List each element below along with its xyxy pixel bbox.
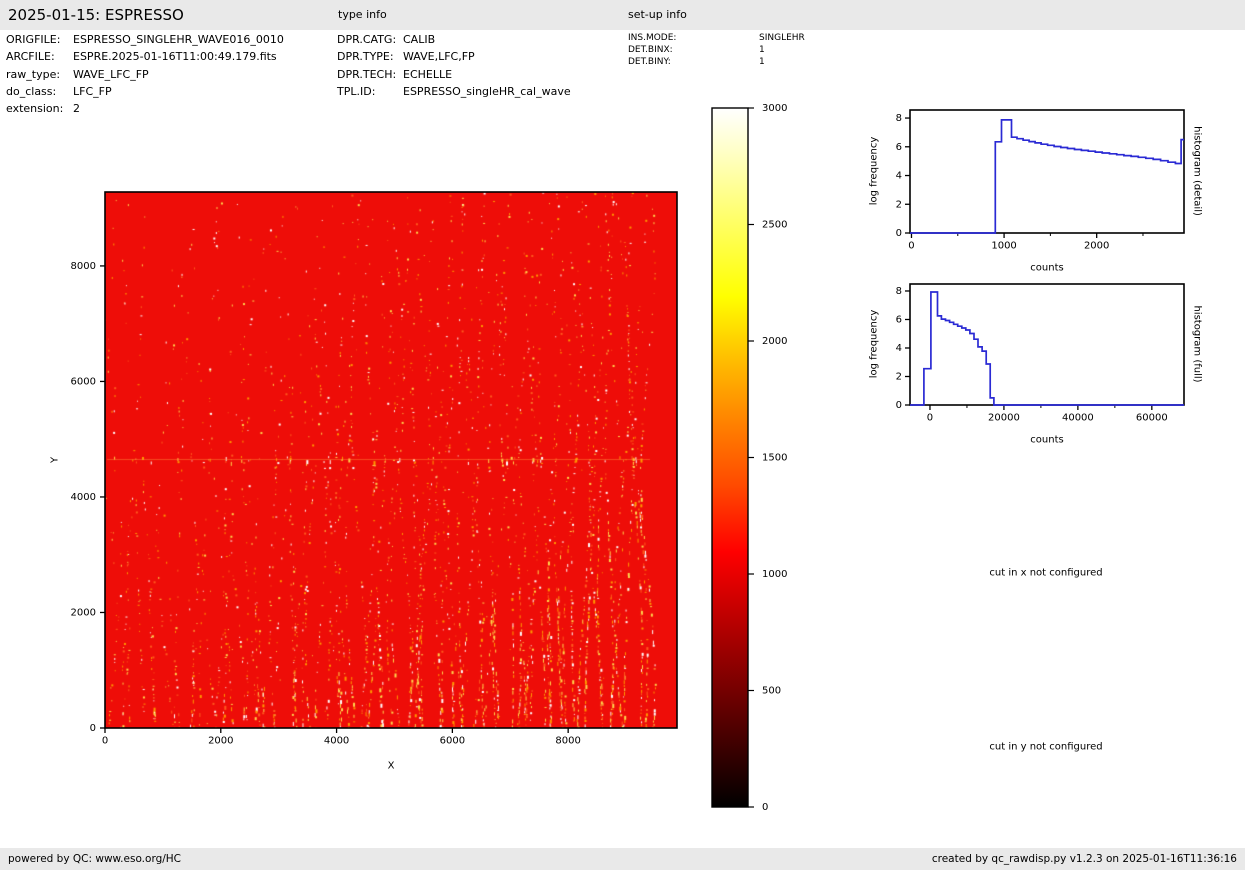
histogram-detail-ytick-label: 2	[896, 199, 902, 210]
field-label: raw_type:	[6, 68, 73, 81]
field-label: TPL.ID:	[337, 85, 403, 98]
raw-image-canvas	[105, 192, 677, 728]
histogram-full-ytick-label: 4	[896, 343, 902, 354]
histogram-detail-ytick-label: 6	[896, 142, 902, 153]
histogram-full-ytick-label: 8	[896, 286, 902, 297]
colorbar-tick-label: 1000	[762, 569, 787, 580]
type-info-row: TPL.ID:ESPRESSO_singleHR_cal_wave	[337, 85, 571, 98]
histogram-detail-xtick-label: 1000	[991, 240, 1016, 251]
main-xtick-label: 0	[102, 735, 108, 746]
field-label: do_class:	[6, 85, 73, 98]
type-info-row: DPR.TYPE:WAVE,LFC,FP	[337, 50, 475, 63]
colorbar-tick-label: 1500	[762, 453, 787, 464]
histogram-full-xtick-label: 60000	[1136, 412, 1168, 423]
header-bar	[0, 0, 1245, 30]
histogram-detail-curve	[910, 120, 1184, 233]
type-info-row: DPR.CATG:CALIB	[337, 33, 435, 46]
field-label: DET.BINX:	[628, 45, 759, 55]
setup-info-row: INS.MODE:SINGLEHR	[628, 33, 805, 43]
hist-full-right-label: histogram (full)	[1192, 305, 1203, 382]
hist-full-ylabel: log frequency	[869, 310, 880, 379]
footer-created-by: created by qc_rawdisp.py v1.2.3 on 2025-…	[932, 848, 1237, 870]
file-info-row: ORIGFILE:ESPRESSO_SINGLEHR_WAVE016_0010	[6, 33, 284, 46]
colorbar-tick-label: 0	[762, 802, 768, 813]
colorbar-tick-label: 2500	[762, 220, 787, 231]
colorbar-tick-label: 3000	[762, 103, 787, 114]
field-value: ESPRESSO_singleHR_cal_wave	[403, 85, 571, 98]
cut-x-message: cut in x not configured	[989, 568, 1102, 579]
cut-y-message: cut in y not configured	[989, 742, 1102, 753]
histogram-full-xtick-label: 40000	[1062, 412, 1094, 423]
footer-powered-by: powered by QC: www.eso.org/HC	[8, 848, 181, 870]
field-value: 1	[759, 45, 765, 55]
type-info-heading: type info	[338, 0, 387, 30]
histogram-full-xtick-label: 0	[927, 412, 933, 423]
field-value: CALIB	[403, 33, 435, 46]
histogram-detail-ytick-label: 4	[896, 171, 902, 182]
main-ytick-label: 6000	[71, 376, 96, 387]
main-yaxis-label: Y	[50, 457, 61, 463]
type-info-row: DPR.TECH:ECHELLE	[337, 68, 452, 81]
field-value: ESPRE.2025-01-16T11:00:49.179.fits	[73, 50, 277, 63]
histogram-detail-xtick-label: 0	[908, 240, 914, 251]
field-value: SINGLEHR	[759, 33, 805, 43]
field-value: ESPRESSO_SINGLEHR_WAVE016_0010	[73, 33, 284, 46]
setup-info-heading: set-up info	[628, 0, 687, 30]
file-info-row: ARCFILE:ESPRE.2025-01-16T11:00:49.179.fi…	[6, 50, 277, 63]
field-value: ECHELLE	[403, 68, 452, 81]
histogram-full-frame	[910, 284, 1184, 405]
field-label: DPR.CATG:	[337, 33, 403, 46]
main-xtick-label: 4000	[324, 735, 349, 746]
histogram-detail-ytick-label: 8	[896, 113, 902, 124]
colorbar-tick-label: 500	[762, 686, 781, 697]
main-xtick-label: 6000	[440, 735, 465, 746]
hist-full-xlabel: counts	[1030, 435, 1063, 446]
histogram-full-xtick-label: 20000	[988, 412, 1020, 423]
histogram-full-ytick-label: 2	[896, 371, 902, 382]
file-info-row: extension:2	[6, 102, 80, 115]
main-ytick-label: 4000	[71, 492, 96, 503]
field-label: DET.BINY:	[628, 57, 759, 67]
main-xtick-label: 2000	[208, 735, 233, 746]
histogram-full-curve	[910, 292, 1184, 405]
file-info-row: do_class:LFC_FP	[6, 85, 112, 98]
main-ytick-label: 0	[90, 723, 96, 734]
field-label: DPR.TYPE:	[337, 50, 403, 63]
file-info-row: raw_type:WAVE_LFC_FP	[6, 68, 149, 81]
hist-detail-right-label: histogram (detail)	[1192, 126, 1203, 216]
field-label: INS.MODE:	[628, 33, 759, 43]
field-value: WAVE,LFC,FP	[403, 50, 475, 63]
field-label: ARCFILE:	[6, 50, 73, 63]
colorbar	[712, 108, 748, 807]
main-ytick-label: 8000	[71, 261, 96, 272]
field-value: 1	[759, 57, 765, 67]
setup-info-row: DET.BINY:1	[628, 57, 765, 67]
field-value: LFC_FP	[73, 85, 112, 98]
field-label: extension:	[6, 102, 73, 115]
main-xtick-label: 8000	[555, 735, 580, 746]
page-title: 2025-01-15: ESPRESSO	[8, 0, 184, 30]
histogram-detail-frame	[910, 110, 1184, 233]
histogram-full-ytick-label: 0	[896, 400, 902, 411]
main-ytick-label: 2000	[71, 607, 96, 618]
field-label: DPR.TECH:	[337, 68, 403, 81]
hist-detail-xlabel: counts	[1030, 263, 1063, 274]
colorbar-tick-label: 2000	[762, 336, 787, 347]
histogram-full-ytick-label: 6	[896, 314, 902, 325]
hist-detail-ylabel: log frequency	[869, 137, 880, 206]
setup-info-row: DET.BINX:1	[628, 45, 765, 55]
histogram-detail-ytick-label: 0	[896, 228, 902, 239]
field-value: WAVE_LFC_FP	[73, 68, 149, 81]
qc-report-page: 2025-01-15: ESPRESSO type info set-up in…	[0, 0, 1245, 870]
field-label: ORIGFILE:	[6, 33, 73, 46]
main-xaxis-label: X	[388, 761, 395, 772]
histogram-detail-xtick-label: 2000	[1084, 240, 1109, 251]
field-value: 2	[73, 102, 80, 115]
